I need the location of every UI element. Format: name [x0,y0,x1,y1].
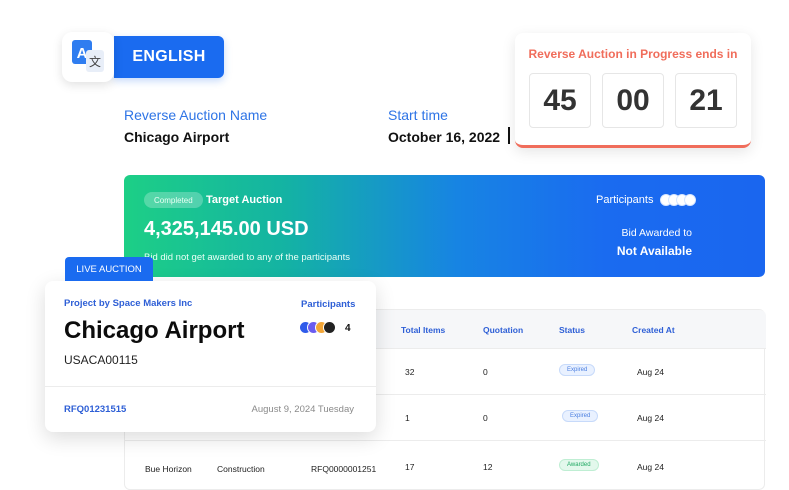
countdown-hours: 45 [529,73,591,128]
bid-awarded-label: Bid Awarded to [621,227,692,239]
auction-name-value: Chicago Airport [124,129,230,145]
text-cursor [508,127,510,144]
cell-total-items: 1 [405,413,410,423]
participants-count: 4 [345,323,351,334]
countdown-minutes: 00 [602,73,664,128]
cell-created-at: Aug 24 [637,413,664,423]
auction-subtext: Bid did not get awarded to any of the pa… [144,252,350,263]
cell-rfq[interactable]: RFQ0000001251 [311,464,376,474]
live-auction-card[interactable]: Project by Space Makers Inc Chicago Airp… [45,281,376,432]
rfq-link[interactable]: RFQ01231515 [64,404,126,415]
cell-name: Bue Horizon [145,464,192,474]
card-participant-avatars[interactable] [299,321,339,335]
start-time-label: Start time [388,107,448,123]
status-badge: Expired [562,410,599,422]
live-auction-badge: LIVE AUCTION [65,257,153,281]
avatar [323,321,336,334]
svg-text:A: A [77,45,88,62]
cell-quotation: 0 [483,413,488,423]
cell-quotation: 12 [483,462,493,472]
header-total-items[interactable]: Total Items [401,325,445,335]
target-auction-label: Target Auction [206,194,283,206]
status-badge: Awarded [559,459,599,471]
cell-category: Construction [217,464,265,474]
auction-name-label: Reverse Auction Name [124,107,268,123]
countdown-seconds: 21 [675,73,737,128]
svg-text:文: 文 [89,54,101,69]
cell-total-items: 17 [405,462,415,472]
cell-quotation: 0 [483,367,488,377]
card-code: USACA00115 [64,353,138,367]
start-time-value: October 16, 2022 [388,129,501,145]
header-created-at[interactable]: Created At [632,325,675,335]
cell-total-items: 32 [405,367,415,377]
participant-avatars[interactable] [660,194,696,206]
language-selector[interactable]: A 文 ENGLISH [62,32,224,82]
language-button[interactable]: ENGLISH [114,36,224,78]
header-status[interactable]: Status [559,325,585,335]
auction-amount: 4,325,145.00 USD [144,218,309,240]
translate-icon[interactable]: A 文 [62,32,114,82]
countdown-title: Reverse Auction in Progress ends in [528,47,738,61]
countdown-card: Reverse Auction in Progress ends in 45 0… [515,33,751,148]
avatar [684,194,696,206]
participants-label: Participants [596,194,654,206]
card-title: Chicago Airport [64,317,245,344]
cell-created-at: Aug 24 [637,462,664,472]
table-row[interactable]: Bue Horizon Construction RFQ0000001251 1… [125,440,766,486]
bid-awarded-value: Not Available [616,244,692,258]
divider [45,386,376,387]
completed-badge: Completed [144,192,203,208]
header-quotation[interactable]: Quotation [483,325,523,335]
cell-created-at: Aug 24 [637,367,664,377]
card-date: August 9, 2024 Tuesday [251,404,354,415]
card-participants-label: Participants [301,299,356,310]
project-owner: Project by Space Makers Inc [64,298,193,309]
status-badge: Expired [559,364,596,376]
target-auction-banner: Completed Target Auction 4,325,145.00 US… [124,175,765,277]
